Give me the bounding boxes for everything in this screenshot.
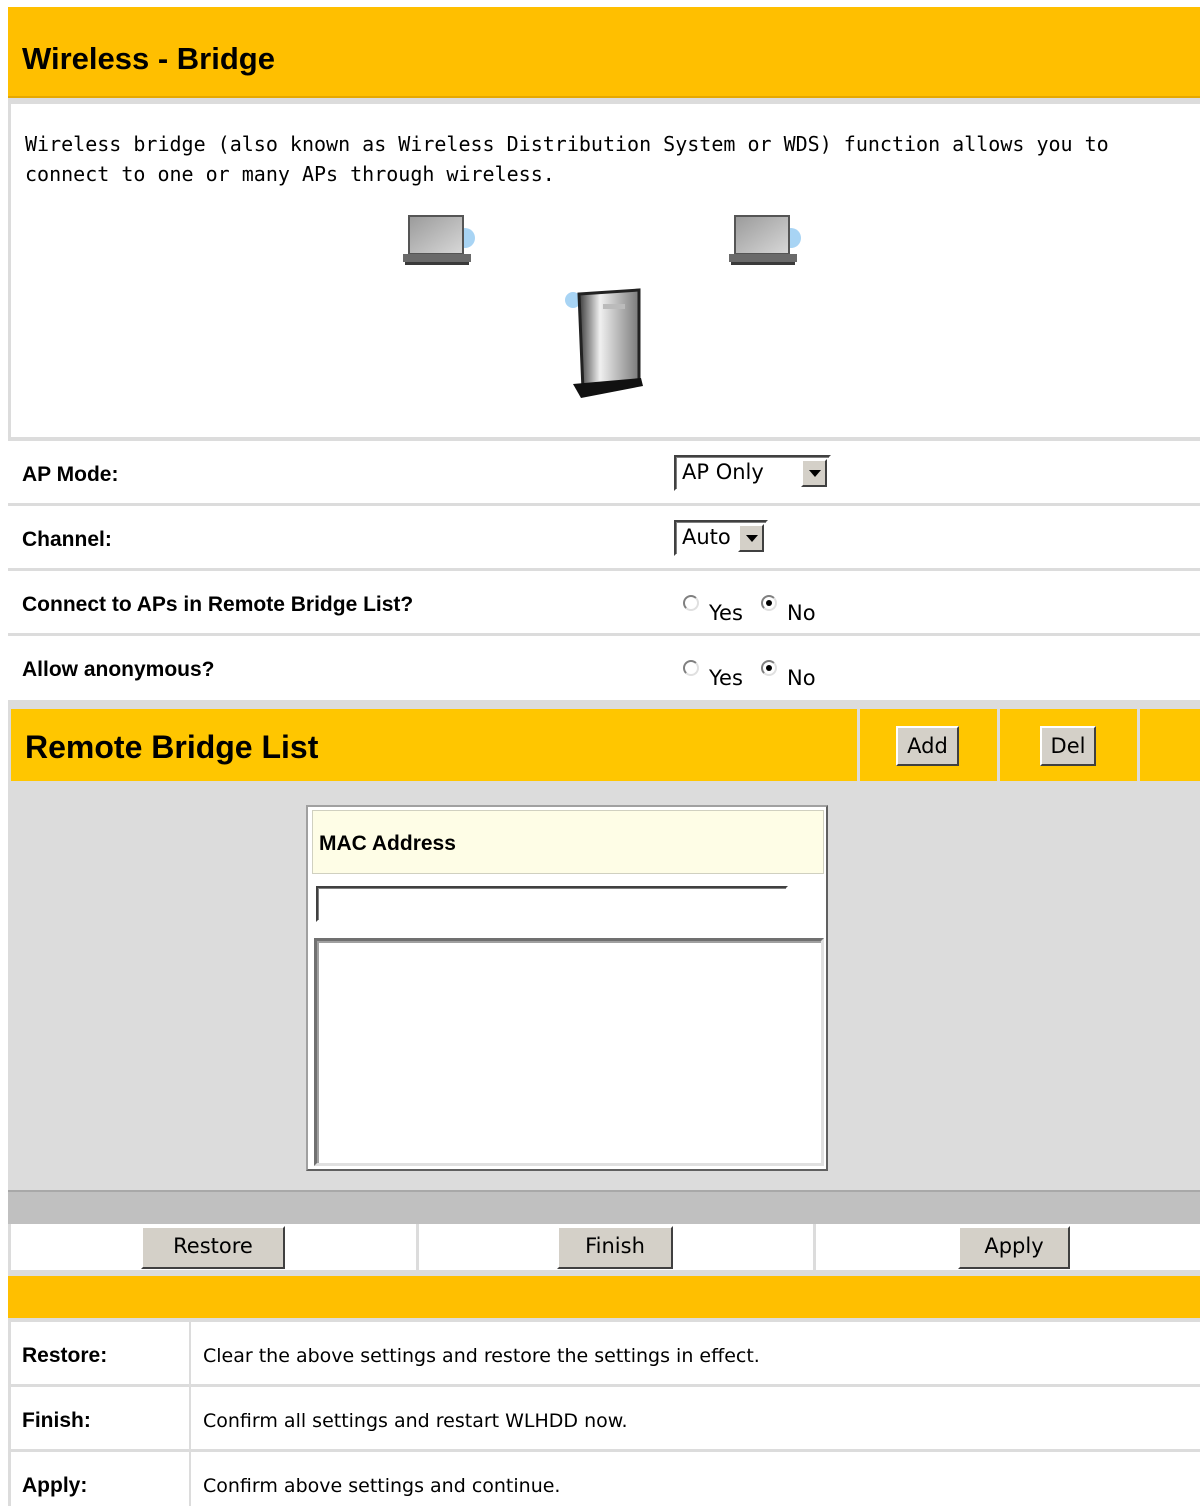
help-text: Clear the above settings and restore the… — [203, 1345, 760, 1367]
channel-row: Channel: Auto — [8, 506, 1200, 568]
ap-mode-label: AP Mode: — [22, 463, 119, 486]
del-button[interactable]: Del — [1040, 726, 1096, 766]
help-row-apply: Apply: Confirm above settings and contin… — [8, 1452, 1200, 1506]
help-text: Confirm above settings and continue. — [203, 1475, 561, 1497]
description-panel: Wireless bridge (also known as Wireless … — [8, 104, 1200, 437]
mac-address-list[interactable] — [314, 938, 824, 1166]
channel-label: Channel: — [22, 528, 112, 551]
help-key: Apply: — [22, 1474, 88, 1497]
connect-remote-no-radio[interactable] — [761, 595, 777, 611]
allow-anonymous-yes-radio[interactable] — [683, 660, 699, 676]
help-header-bar — [8, 1276, 1200, 1318]
ap-mode-select[interactable]: AP Only — [674, 455, 831, 491]
laptop-icon — [403, 215, 475, 265]
connect-remote-label: Connect to APs in Remote Bridge List? — [22, 593, 414, 616]
remote-bridge-title: Remote Bridge List — [25, 729, 319, 765]
description-text: Wireless bridge (also known as Wireless … — [25, 132, 1109, 186]
add-button[interactable]: Add — [896, 726, 959, 766]
title-bar: Wireless - Bridge — [8, 7, 1200, 98]
separator-bar — [8, 1190, 1200, 1224]
page-title: Wireless - Bridge — [22, 41, 275, 76]
allow-anonymous-row: Allow anonymous? Yes No — [8, 636, 1200, 700]
channel-select[interactable]: Auto — [674, 520, 768, 556]
finish-button[interactable]: Finish — [557, 1226, 673, 1269]
chevron-down-icon[interactable] — [738, 524, 764, 552]
mac-address-table: MAC Address — [306, 805, 828, 1171]
chevron-down-icon[interactable] — [801, 459, 827, 487]
laptop-icon — [729, 215, 801, 265]
ap-mode-row: AP Mode: AP Only — [8, 441, 1200, 503]
connect-remote-yes-radio[interactable] — [683, 595, 699, 611]
help-key: Finish: — [22, 1409, 91, 1432]
connect-remote-no-label: No — [787, 601, 816, 625]
remote-bridge-header: Remote Bridge List Add Del — [8, 707, 1200, 783]
allow-anonymous-yes-label: Yes — [709, 666, 743, 690]
help-text: Confirm all settings and restart WLHDD n… — [203, 1410, 628, 1432]
connect-remote-yes-label: Yes — [709, 601, 743, 625]
help-row-restore: Restore: Clear the above settings and re… — [8, 1322, 1200, 1384]
allow-anonymous-no-radio[interactable] — [761, 660, 777, 676]
router-icon — [565, 288, 643, 398]
apply-button[interactable]: Apply — [958, 1226, 1070, 1269]
connect-remote-row: Connect to APs in Remote Bridge List? Ye… — [8, 571, 1200, 633]
allow-anonymous-no-label: No — [787, 666, 816, 690]
allow-anonymous-label: Allow anonymous? — [22, 658, 215, 681]
mac-address-header: MAC Address — [312, 810, 824, 874]
restore-button[interactable]: Restore — [141, 1226, 285, 1269]
mac-address-input[interactable] — [316, 886, 788, 922]
help-row-finish: Finish: Confirm all settings and restart… — [8, 1387, 1200, 1449]
help-key: Restore: — [22, 1344, 108, 1367]
action-button-row: Restore Finish Apply — [8, 1224, 1200, 1272]
